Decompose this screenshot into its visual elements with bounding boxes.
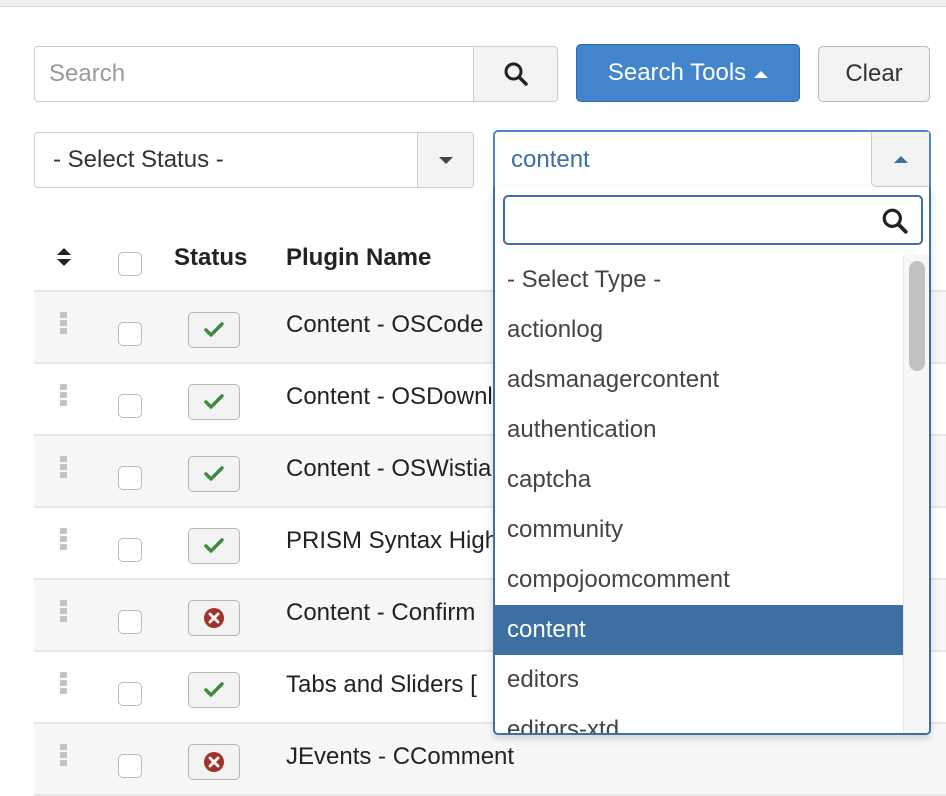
select-all-checkbox[interactable] bbox=[118, 252, 142, 276]
drag-handle-icon[interactable] bbox=[60, 672, 68, 694]
status-toggle-button[interactable] bbox=[188, 600, 240, 636]
drag-handle-icon[interactable] bbox=[60, 600, 68, 622]
type-dropdown: - Select Type - actionlog adsmanagerconten… bbox=[493, 187, 931, 735]
search-tools-button[interactable]: Search Tools bbox=[576, 44, 800, 102]
status-toggle-button[interactable] bbox=[188, 456, 240, 492]
row-checkbox[interactable] bbox=[118, 610, 142, 634]
column-header-plugin-name[interactable]: Plugin Name bbox=[286, 244, 431, 272]
check-icon bbox=[204, 466, 224, 481]
check-icon bbox=[204, 538, 224, 553]
status-select[interactable]: - Select Status - bbox=[34, 132, 474, 188]
plugin-name-link[interactable]: JEvents - CComment bbox=[286, 743, 514, 771]
type-option[interactable]: captcha bbox=[495, 455, 903, 505]
plugin-name-link[interactable]: Tabs and Sliders [ bbox=[286, 671, 477, 699]
caret-down-icon bbox=[438, 156, 453, 164]
check-icon bbox=[204, 322, 224, 337]
type-option[interactable]: actionlog bbox=[495, 305, 903, 355]
status-toggle-button[interactable] bbox=[188, 744, 240, 780]
search-icon bbox=[882, 208, 908, 234]
drag-handle-icon[interactable] bbox=[60, 744, 68, 766]
caret-up-icon bbox=[893, 155, 908, 163]
type-option[interactable]: adsmanagercontent bbox=[495, 355, 903, 405]
status-toggle-button[interactable] bbox=[188, 312, 240, 348]
check-icon bbox=[204, 682, 224, 697]
row-checkbox[interactable] bbox=[118, 754, 142, 778]
drag-handle-icon[interactable] bbox=[60, 384, 68, 406]
status-select-value: - Select Status - bbox=[53, 146, 224, 173]
type-options-scrollbar[interactable] bbox=[903, 255, 929, 733]
row-checkbox[interactable] bbox=[118, 466, 142, 490]
status-toggle-button[interactable] bbox=[188, 384, 240, 420]
column-header-status[interactable]: Status bbox=[174, 244, 247, 272]
scrollbar-thumb[interactable] bbox=[909, 261, 925, 371]
type-select-toggle[interactable] bbox=[871, 132, 929, 187]
clear-button[interactable]: Clear bbox=[818, 46, 930, 102]
top-strip bbox=[0, 0, 946, 7]
type-option[interactable]: authentication bbox=[495, 405, 903, 455]
caret-up-icon bbox=[754, 70, 769, 78]
search-icon bbox=[504, 62, 528, 86]
type-option[interactable]: community bbox=[495, 505, 903, 555]
row-checkbox[interactable] bbox=[118, 394, 142, 418]
row-checkbox[interactable] bbox=[118, 538, 142, 562]
type-option[interactable]: compojoomcomment bbox=[495, 555, 903, 605]
unpublished-icon bbox=[204, 608, 224, 628]
type-options-list: - Select Type - actionlog adsmanagerconten… bbox=[495, 255, 903, 733]
type-option[interactable]: - Select Type - bbox=[495, 255, 903, 305]
plugin-name-link[interactable]: Content - Confirm bbox=[286, 599, 475, 627]
type-dropdown-search-input[interactable] bbox=[505, 197, 875, 243]
search-tools-label: Search Tools bbox=[607, 59, 747, 86]
type-option[interactable]: editors-xtd bbox=[495, 705, 903, 733]
status-toggle-button[interactable] bbox=[188, 672, 240, 708]
sort-icon[interactable] bbox=[56, 246, 72, 268]
check-icon bbox=[204, 394, 224, 409]
drag-handle-icon[interactable] bbox=[60, 312, 68, 334]
type-select-value: content bbox=[511, 146, 590, 173]
type-select[interactable]: content bbox=[493, 130, 931, 188]
search-button[interactable] bbox=[473, 46, 558, 102]
plugin-name-link[interactable]: Content - OSWistia bbox=[286, 455, 491, 483]
plugin-name-link[interactable]: Content - OSCode bbox=[286, 311, 483, 339]
type-option[interactable]: editors bbox=[495, 655, 903, 705]
status-select-toggle[interactable] bbox=[417, 133, 473, 187]
row-checkbox[interactable] bbox=[118, 682, 142, 706]
row-checkbox[interactable] bbox=[118, 322, 142, 346]
status-toggle-button[interactable] bbox=[188, 528, 240, 564]
drag-handle-icon[interactable] bbox=[60, 528, 68, 550]
drag-handle-icon[interactable] bbox=[60, 456, 68, 478]
type-option[interactable]: content bbox=[495, 605, 903, 655]
search-input[interactable] bbox=[34, 46, 474, 102]
type-dropdown-search[interactable] bbox=[503, 195, 923, 245]
unpublished-icon bbox=[204, 752, 224, 772]
